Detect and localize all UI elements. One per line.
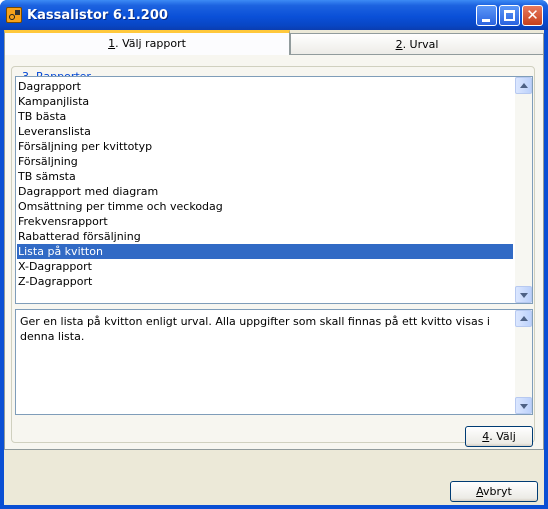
close-icon: ✕ <box>526 6 539 24</box>
minimize-icon <box>482 19 490 22</box>
scroll-down-button[interactable] <box>515 286 532 303</box>
scroll-up-button[interactable] <box>515 77 532 94</box>
reports-scrollbar[interactable] <box>515 77 532 303</box>
chevron-down-icon <box>520 293 528 298</box>
tab-valj-rapport[interactable]: 1. Välj rapport <box>4 30 290 55</box>
avbryt-button[interactable]: Avbryt <box>450 481 538 502</box>
report-description: Ger en lista på kvitton enligt urval. Al… <box>20 315 490 343</box>
title-bar[interactable]: Kassalistor 6.1.200 ✕ <box>0 0 548 30</box>
tab-urval[interactable]: 2. Urval <box>290 33 544 55</box>
main-window: Kassalistor 6.1.200 ✕ 1. Välj rapport 2.… <box>0 0 548 509</box>
scroll-down-button[interactable] <box>515 397 532 414</box>
maximize-icon <box>504 10 515 21</box>
report-list-item[interactable]: Försäljning <box>17 154 513 169</box>
maximize-button[interactable] <box>499 5 520 26</box>
chevron-up-icon <box>520 83 528 88</box>
report-list-item[interactable]: TB sämsta <box>17 169 513 184</box>
report-list-item[interactable]: Dagrapport med diagram <box>17 184 513 199</box>
scroll-up-button[interactable] <box>515 310 532 327</box>
window-title: Kassalistor 6.1.200 <box>27 8 168 23</box>
valj-button[interactable]: 4. Välj <box>465 426 533 447</box>
report-list-item[interactable]: Kampanjlista <box>17 94 513 109</box>
description-scrollbar[interactable] <box>515 310 532 414</box>
report-list-item[interactable]: Frekvensrapport <box>17 214 513 229</box>
report-list-item[interactable]: TB bästa <box>17 109 513 124</box>
reports-listbox[interactable]: Dagrapport Kampanjlista TB bästa Leveransli… <box>15 76 533 304</box>
chevron-up-icon <box>520 316 528 321</box>
report-list-item[interactable]: Z-Dagrapport <box>17 274 513 289</box>
close-button[interactable]: ✕ <box>522 5 543 26</box>
report-list-item[interactable]: X-Dagrapport <box>17 259 513 274</box>
report-list-item[interactable]: Omsättning per timme och veckodag <box>17 199 513 214</box>
window-client: 1. Välj rapport 2. Urval 3. Rapporter Da… <box>4 30 544 505</box>
report-list-item[interactable]: Dagrapport <box>17 79 513 94</box>
minimize-button[interactable] <box>476 5 497 26</box>
report-list-item[interactable]: Lista på kvitton <box>17 244 513 259</box>
report-list-item[interactable]: Rabatterad försäljning <box>17 229 513 244</box>
report-description-box[interactable]: Ger en lista på kvitton enligt urval. Al… <box>15 309 533 415</box>
report-list-item[interactable]: Försäljning per kvittotyp <box>17 139 513 154</box>
report-list-item[interactable]: Leveranslista <box>17 124 513 139</box>
tab-strip: 1. Välj rapport 2. Urval <box>4 30 544 55</box>
app-icon[interactable] <box>6 7 22 23</box>
chevron-down-icon <box>520 404 528 409</box>
